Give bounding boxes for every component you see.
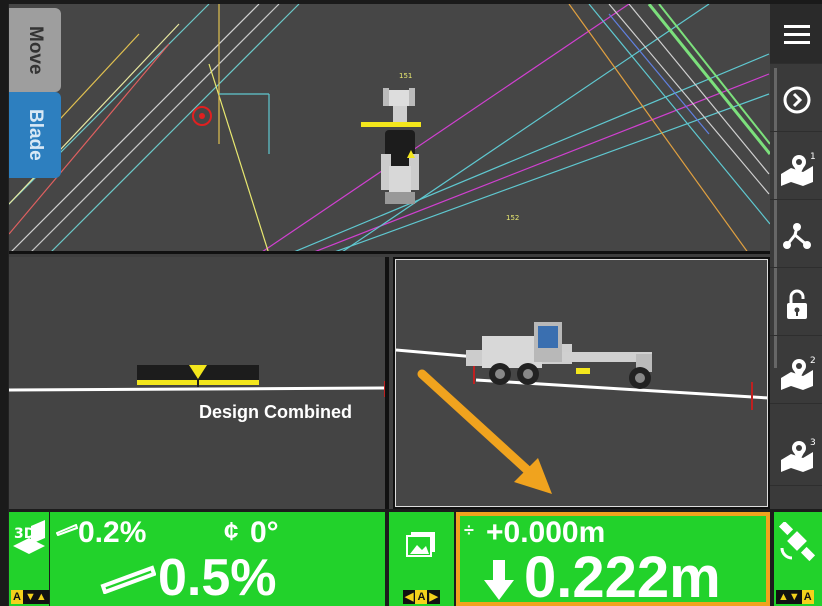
slope-panel[interactable]: 0.2% ¢ 0° 0.5% [50, 512, 385, 606]
svg-text:3: 3 [810, 438, 816, 448]
cut-arrow-down-icon [484, 560, 514, 600]
gallery-icon [406, 532, 435, 557]
view-auto-control[interactable]: ◀ A ▶ [403, 590, 440, 604]
unlock-icon [786, 289, 807, 319]
right-toolbar: 1 2 3 [770, 4, 822, 509]
svg-text:1: 1 [810, 152, 816, 162]
lock-button[interactable] [770, 272, 822, 336]
chevron-circle-right-icon [783, 86, 810, 113]
cross-slope-value: 0.2% [78, 516, 147, 549]
blade-tab[interactable]: Blade [9, 92, 61, 178]
gps-auto-control[interactable]: ▲▼ A [776, 590, 814, 604]
gps-panel[interactable]: ▲▼ A [774, 512, 822, 606]
mode-panel[interactable]: 3D A ▼▲ [9, 512, 49, 606]
blade-small-icon [56, 524, 78, 536]
view-panel[interactable]: ◀ A ▶ [389, 512, 454, 606]
elevation-panel[interactable]: ÷ +0.000m 0.222m [456, 512, 770, 606]
satellite-icon [778, 522, 816, 562]
svg-text:2: 2 [810, 356, 816, 366]
profile-view-frame [393, 257, 770, 509]
map-pin-1-button[interactable]: 1 [770, 136, 822, 200]
cross-section-view[interactable]: Design Combined [9, 257, 389, 509]
main-slope-value: 0.5% [158, 549, 277, 606]
point-label-152: 152 [506, 214, 519, 222]
grader-side-icon [466, 322, 652, 389]
map-pin-3-button[interactable]: 3 [770, 422, 822, 486]
map-pin-1-icon: 1 [780, 152, 816, 186]
menu-button[interactable] [770, 4, 822, 64]
arrow-annotation-icon [417, 369, 552, 494]
hamburger-icon [783, 24, 810, 44]
status-bar: 3D A ▼▲ 0.2% ¢ 0° 0.5% ◀ A ▶ ÷ +0.000m 0… [9, 509, 822, 606]
map-pin-3-icon: 3 [780, 438, 816, 472]
mode-auto-control[interactable]: A ▼▲ [11, 590, 49, 604]
machine-control-screen: 151 152 Move Blade Design Combined 1 2 3… [8, 4, 822, 606]
plan-view[interactable]: 151 152 Move Blade [9, 4, 770, 254]
move-tab[interactable]: Move [9, 8, 61, 92]
route-button[interactable] [770, 204, 822, 268]
point-label-151: 151 [399, 72, 412, 80]
plan-linework: 151 152 [9, 4, 770, 251]
grader-top-icon [361, 88, 421, 204]
next-button[interactable] [770, 68, 822, 132]
rotation-icon: ¢ [224, 516, 239, 546]
3d-mode-icon: 3D [13, 520, 45, 554]
cross-section-label: Design Combined [199, 402, 353, 422]
offset-icon: ÷ [464, 520, 474, 540]
map-pin-2-button[interactable]: 2 [770, 340, 822, 404]
rotation-value: 0° [250, 516, 279, 549]
profile-drawing [396, 322, 767, 494]
blade-large-icon [100, 565, 156, 594]
cut-fill-value: 0.222m [524, 545, 721, 606]
route-icon [782, 222, 811, 249]
cross-section-drawing [9, 365, 385, 397]
map-pin-2-icon: 2 [780, 356, 816, 390]
svg-text:3D: 3D [14, 526, 35, 542]
profile-view[interactable] [395, 259, 768, 507]
